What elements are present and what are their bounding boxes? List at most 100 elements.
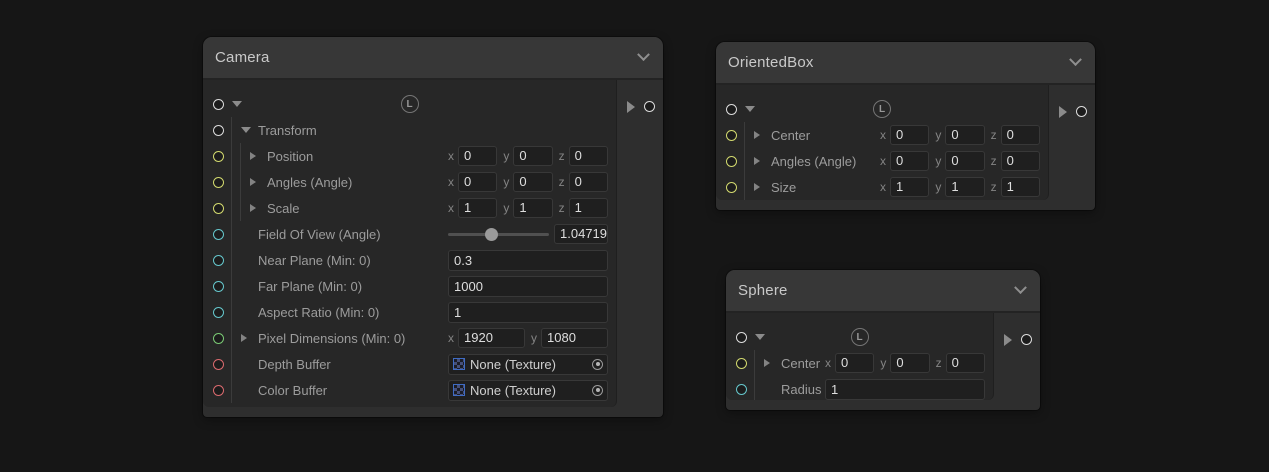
z-field[interactable]: 0 <box>569 146 608 166</box>
node-header[interactable]: Sphere <box>726 270 1040 313</box>
fov-value-field[interactable]: 1.0471975 <box>554 224 608 244</box>
output-socket[interactable] <box>1021 334 1032 345</box>
slider-track[interactable] <box>448 233 549 236</box>
input-socket[interactable] <box>213 229 224 240</box>
input-socket[interactable] <box>213 151 224 162</box>
texture-fields: None (Texture) <box>448 380 608 401</box>
collapse-triangle-icon[interactable] <box>755 334 765 340</box>
x-field[interactable]: 0 <box>458 172 497 192</box>
vec3-fields: x1 y1 z1 <box>880 177 1040 197</box>
expand-triangle-icon[interactable] <box>250 178 256 186</box>
axis-z-label: z <box>991 128 997 142</box>
node-title: Sphere <box>738 282 1016 299</box>
input-flow-socket[interactable] <box>736 332 747 343</box>
x-field[interactable]: 1920 <box>458 328 525 348</box>
l-badge-icon[interactable]: L <box>873 100 891 118</box>
input-flow-socket[interactable] <box>726 104 737 115</box>
l-badge-icon[interactable]: L <box>401 95 419 113</box>
output-flow-triangle-icon[interactable] <box>1004 334 1012 346</box>
input-socket[interactable] <box>736 384 747 395</box>
number-fields: 0.3 <box>448 250 608 271</box>
z-field[interactable]: 0 <box>1001 125 1040 145</box>
output-column <box>1049 85 1095 210</box>
x-field[interactable]: 0 <box>835 353 874 373</box>
slider-handle[interactable] <box>485 228 498 241</box>
y-field[interactable]: 1 <box>945 177 984 197</box>
node-editor-canvas[interactable]: Camera L Transform <box>0 0 1269 472</box>
input-socket[interactable] <box>213 385 224 396</box>
row-label: Color Buffer <box>258 383 327 398</box>
expand-triangle-icon[interactable] <box>754 131 760 139</box>
texture-field[interactable]: None (Texture) <box>448 354 608 375</box>
indent-guide <box>231 195 232 221</box>
row-size: Size x1 y1 z1 <box>716 174 1048 200</box>
z-field[interactable]: 0 <box>569 172 608 192</box>
input-socket[interactable] <box>213 125 224 136</box>
node-header[interactable]: OrientedBox <box>716 42 1095 85</box>
x-field[interactable]: 1 <box>458 198 497 218</box>
expand-triangle-icon[interactable] <box>754 183 760 191</box>
input-socket[interactable] <box>726 182 737 193</box>
expand-triangle-icon[interactable] <box>250 152 256 160</box>
x-field[interactable]: 0 <box>458 146 497 166</box>
axis-y-label: y <box>503 175 509 189</box>
row-pixel-dimensions: Pixel Dimensions (Min: 0) x1920 y1080 <box>203 325 616 351</box>
output-socket[interactable] <box>644 101 655 112</box>
input-socket[interactable] <box>213 177 224 188</box>
x-field[interactable]: 0 <box>890 151 929 171</box>
input-socket[interactable] <box>726 156 737 167</box>
input-socket[interactable] <box>736 358 747 369</box>
y-field[interactable]: 0 <box>945 151 984 171</box>
y-field[interactable]: 0 <box>890 353 929 373</box>
y-field[interactable]: 1080 <box>541 328 608 348</box>
collapse-triangle-icon[interactable] <box>241 127 251 133</box>
axis-x-label: x <box>825 356 831 370</box>
y-field[interactable]: 0 <box>945 125 984 145</box>
fov-slider[interactable] <box>448 227 549 241</box>
x-field[interactable]: 1 <box>890 177 929 197</box>
expand-triangle-icon[interactable] <box>754 157 760 165</box>
texture-picker-icon[interactable] <box>592 385 603 396</box>
input-socket[interactable] <box>213 203 224 214</box>
z-field[interactable]: 0 <box>946 353 985 373</box>
output-socket[interactable] <box>1076 106 1087 117</box>
collapse-chevron-icon[interactable] <box>637 48 650 61</box>
node-header[interactable]: Camera <box>203 37 663 80</box>
expand-triangle-icon[interactable] <box>250 204 256 212</box>
x-field[interactable]: 0 <box>890 125 929 145</box>
y-field[interactable]: 0 <box>513 172 552 192</box>
input-socket[interactable] <box>213 281 224 292</box>
input-flow-socket[interactable] <box>213 99 224 110</box>
input-socket[interactable] <box>213 359 224 370</box>
l-badge-icon[interactable]: L <box>851 328 869 346</box>
output-flow-triangle-icon[interactable] <box>627 101 635 113</box>
input-socket[interactable] <box>213 333 224 344</box>
y-field[interactable]: 1 <box>513 198 552 218</box>
y-field[interactable]: 0 <box>513 146 552 166</box>
output-flow-triangle-icon[interactable] <box>1059 106 1067 118</box>
input-socket[interactable] <box>213 255 224 266</box>
collapse-triangle-icon[interactable] <box>232 101 242 107</box>
collapse-chevron-icon[interactable] <box>1069 53 1082 66</box>
collapse-chevron-icon[interactable] <box>1014 281 1027 294</box>
texture-name: None (Texture) <box>470 381 588 400</box>
expand-triangle-icon[interactable] <box>241 334 247 342</box>
number-fields: 1000 <box>448 276 608 297</box>
aspect-ratio-field[interactable]: 1 <box>448 302 608 323</box>
near-plane-field[interactable]: 0.3 <box>448 250 608 271</box>
radius-field[interactable]: 1 <box>825 379 985 400</box>
indent-guide <box>231 299 232 325</box>
vec3-fields: x0 y0 z0 <box>448 146 608 166</box>
z-field[interactable]: 1 <box>569 198 608 218</box>
far-plane-field[interactable]: 1000 <box>448 276 608 297</box>
z-field[interactable]: 0 <box>1001 151 1040 171</box>
row-label: Scale <box>267 201 300 216</box>
expand-triangle-icon[interactable] <box>764 359 770 367</box>
texture-field[interactable]: None (Texture) <box>448 380 608 401</box>
texture-picker-icon[interactable] <box>592 359 603 370</box>
input-socket[interactable] <box>213 307 224 318</box>
collapse-triangle-icon[interactable] <box>745 106 755 112</box>
vec3-fields: x0 y0 z0 <box>448 172 608 192</box>
z-field[interactable]: 1 <box>1001 177 1040 197</box>
input-socket[interactable] <box>726 130 737 141</box>
